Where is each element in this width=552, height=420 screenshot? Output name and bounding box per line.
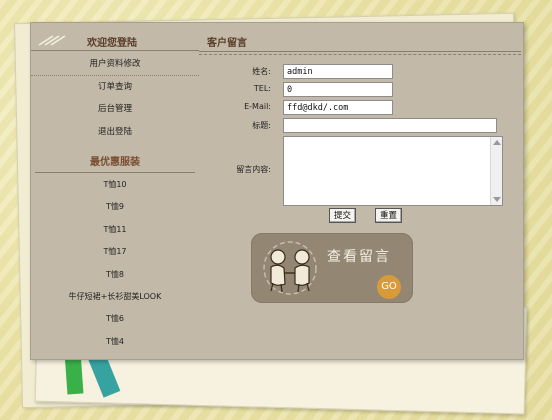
menu-item-edit-profile[interactable]: 用户资料修改	[31, 53, 199, 76]
product-link[interactable]: T恤11	[31, 219, 199, 241]
deals-title: 最优惠服装	[90, 157, 140, 168]
submit-button[interactable]: 提交	[329, 208, 357, 223]
header-divider	[199, 51, 521, 52]
menu-item-order-query[interactable]: 订单查询	[31, 76, 199, 99]
menu-item-logout[interactable]: 退出登陆	[31, 121, 199, 144]
textarea-scrollbar[interactable]	[490, 137, 502, 205]
header-dashed-divider	[199, 54, 521, 55]
product-link[interactable]: 牛仔短裙+长衫甜美LOOK	[31, 286, 199, 308]
email-input[interactable]	[283, 100, 393, 115]
content-textarea[interactable]	[283, 136, 503, 206]
product-link[interactable]: T恤10	[31, 174, 199, 196]
main-panel: 欢迎您登陆 用户资料修改 订单查询 后台管理 退出登陆 最优惠服装 T恤10 T…	[30, 22, 524, 360]
name-row: 姓名:	[199, 64, 521, 80]
go-button[interactable]: GO	[377, 275, 401, 299]
product-link[interactable]: T恤6	[31, 308, 199, 330]
reset-button[interactable]: 重置	[375, 208, 403, 223]
email-label: E-Mail:	[244, 102, 271, 111]
slash-icon	[38, 35, 66, 46]
user-menu: 用户资料修改 订单查询 后台管理 退出登陆	[31, 53, 199, 143]
tel-row: TEL:	[199, 82, 521, 98]
tel-input[interactable]	[283, 82, 393, 97]
product-list: T恤10 T恤9 T恤11 T恤17 T恤8 牛仔短裙+长衫甜美LOOK T恤6…	[31, 174, 199, 353]
name-input[interactable]	[283, 64, 393, 79]
view-messages-title[interactable]: 查看留言	[327, 246, 391, 266]
sidebar: 欢迎您登陆 用户资料修改 订单查询 后台管理 退出登陆 最优惠服装 T恤10 T…	[31, 23, 199, 359]
product-link[interactable]: T恤8	[31, 264, 199, 286]
product-link[interactable]: T恤17	[31, 241, 199, 263]
feedback-title: 客户留言	[207, 38, 247, 49]
product-link[interactable]: T恤4	[31, 331, 199, 353]
menu-item-admin[interactable]: 后台管理	[31, 98, 199, 121]
scroll-down-icon[interactable]	[493, 197, 501, 202]
welcome-header: 欢迎您登陆	[31, 29, 199, 51]
figures-illustration	[263, 241, 317, 295]
content-label: 留言内容:	[236, 165, 271, 174]
content-row: 留言内容:	[199, 136, 521, 208]
subject-input[interactable]	[283, 118, 497, 133]
email-row: E-Mail:	[199, 100, 521, 116]
feedback-header: 客户留言	[199, 29, 521, 55]
subject-row: 标题:	[199, 118, 521, 134]
view-messages-card[interactable]: 查看留言 GO	[251, 233, 413, 303]
tel-label: TEL:	[253, 84, 271, 93]
name-label: 姓名:	[252, 67, 271, 76]
subject-label: 标题:	[252, 121, 271, 130]
scroll-up-icon[interactable]	[493, 140, 501, 145]
welcome-title: 欢迎您登陆	[87, 38, 137, 49]
product-link[interactable]: T恤9	[31, 196, 199, 218]
deals-divider	[35, 172, 195, 173]
